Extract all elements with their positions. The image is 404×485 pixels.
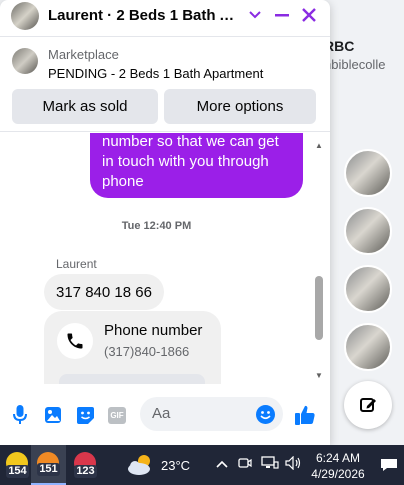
phone-card-title: Phone number [104, 322, 203, 339]
listing-thumbnail[interactable] [12, 48, 38, 74]
microphone-icon[interactable] [9, 404, 31, 426]
chat-head-avatar[interactable] [344, 207, 392, 255]
message-input[interactable]: Aa [140, 397, 283, 431]
phone-card-action[interactable] [59, 374, 205, 384]
minimize-icon[interactable] [272, 5, 292, 25]
chat-head-avatar[interactable] [344, 323, 392, 371]
background-page-subtitle: nbiblecolle [324, 57, 386, 72]
chevron-down-icon[interactable] [245, 5, 265, 25]
emoji-icon[interactable] [256, 405, 275, 424]
weather-cloud-sun-icon[interactable] [127, 454, 155, 476]
message-scrollbar[interactable]: ▲ ▼ [313, 139, 325, 383]
network-icon[interactable] [261, 456, 279, 473]
incoming-message[interactable]: 317 840 18 66 [44, 274, 164, 310]
clock-time: 6:24 AM [315, 451, 361, 465]
taskbar-app-badge: 154 [6, 465, 29, 478]
mark-as-sold-button[interactable]: Mark as sold [12, 89, 158, 124]
avatar[interactable] [11, 1, 39, 30]
taskbar-app-badge: 151 [37, 463, 60, 476]
message-timestamp: Tue 12:40 PM [121, 220, 192, 232]
scroll-up-arrow-icon[interactable]: ▲ [315, 141, 323, 150]
outgoing-message[interactable]: number so that we can get in touch with … [90, 133, 303, 198]
taskbar-app-badge: 123 [74, 465, 97, 478]
scrollbar-thumb[interactable] [315, 276, 323, 340]
photo-icon[interactable] [42, 404, 64, 426]
message-list: number so that we can get in touch with … [0, 133, 330, 384]
sender-name: Laurent [56, 257, 97, 271]
message-line: in touch with you through [102, 153, 269, 170]
gif-label: GIF [108, 406, 126, 424]
system-clock[interactable]: 6:24 AM 4/29/2026 [310, 450, 366, 482]
volume-icon[interactable] [285, 455, 303, 473]
thumbs-up-icon[interactable] [294, 404, 316, 426]
chat-title[interactable]: Laurent · 2 Beds 1 Bath Ap... [48, 7, 242, 24]
gif-icon[interactable]: GIF [106, 404, 128, 426]
taskbar-app[interactable]: 123 [68, 445, 103, 485]
compose-icon [360, 398, 376, 412]
notification-center-icon[interactable] [380, 458, 398, 472]
message-composer: GIF Aa [0, 390, 330, 440]
phone-number-card[interactable]: Phone number (317)840-1866 [44, 311, 221, 384]
message-line: number so that we can get [102, 133, 279, 150]
taskbar-app[interactable]: 154 [0, 445, 35, 485]
message-line: phone [102, 173, 144, 190]
show-hidden-icons-chevron-icon[interactable] [216, 456, 228, 471]
listing-status[interactable]: PENDING - 2 Beds 1 Bath Apartment [48, 66, 263, 81]
more-options-button[interactable]: More options [164, 89, 316, 124]
marketplace-panel: Marketplace PENDING - 2 Beds 1 Bath Apar… [0, 36, 330, 132]
phone-card-number: (317)840-1866 [104, 344, 190, 359]
chat-head-avatar[interactable] [344, 149, 392, 197]
scroll-down-arrow-icon[interactable]: ▼ [315, 371, 323, 380]
new-message-button[interactable] [344, 381, 392, 429]
marketplace-label: Marketplace [48, 47, 119, 62]
chat-window: Laurent · 2 Beds 1 Bath Ap... Marketplac… [0, 0, 330, 445]
temperature-label[interactable]: 23°C [161, 458, 190, 473]
phone-icon [57, 323, 93, 359]
clock-date: 4/29/2026 [311, 467, 365, 481]
sticker-icon[interactable] [74, 404, 96, 426]
taskbar: 154 151 123 23°C 6:24 AM 4/29/2026 [0, 445, 404, 485]
close-icon[interactable] [299, 5, 319, 25]
message-input-placeholder: Aa [152, 405, 171, 422]
chat-header[interactable]: Laurent · 2 Beds 1 Bath Ap... [0, 0, 330, 31]
meet-now-icon[interactable] [238, 456, 252, 473]
taskbar-app[interactable]: 151 [31, 445, 66, 485]
chat-head-avatar[interactable] [344, 265, 392, 313]
